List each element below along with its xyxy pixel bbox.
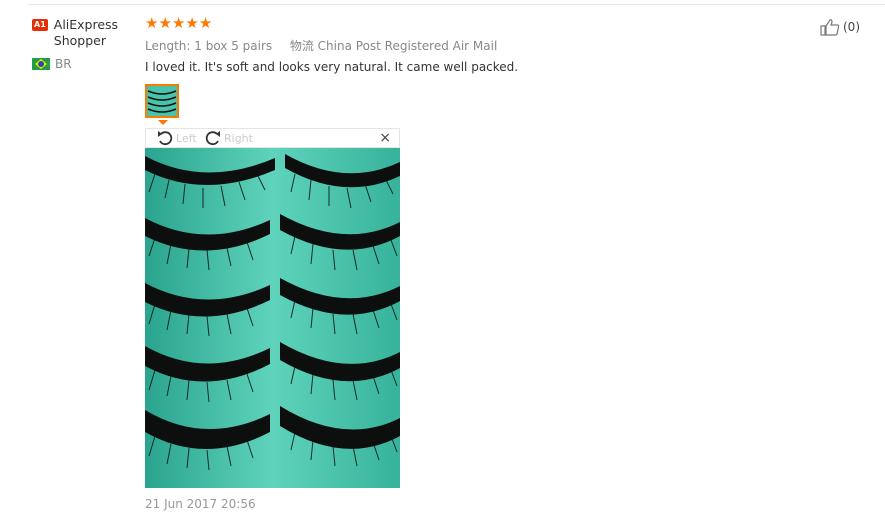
helpful-button[interactable]: (0)	[820, 18, 860, 36]
review-photo-large	[145, 148, 400, 488]
rating-stars: ★ ★ ★ ★ ★	[145, 15, 212, 31]
thumbs-up-icon	[820, 19, 840, 36]
level-badge: A1	[32, 19, 48, 31]
logistics-value: China Post Registered Air Mail	[317, 39, 498, 53]
rotate-right-label: Right	[224, 131, 253, 145]
close-viewer-button[interactable]: ×	[379, 130, 391, 146]
photo-viewer-toolbar: Left Right ×	[145, 128, 400, 148]
rotate-left-label: Left	[176, 131, 197, 145]
reviewer-name: AliExpress Shopper	[53, 17, 119, 48]
helpful-count: (0)	[843, 20, 860, 34]
rotate-left-button[interactable]: Left	[156, 130, 197, 146]
review-text: I loved it. It's soft and looks very nat…	[145, 60, 519, 74]
thumbnail-pointer	[158, 120, 168, 125]
star-icon: ★	[171, 14, 186, 32]
star-icon: ★	[198, 14, 213, 32]
star-icon: ★	[158, 14, 172, 32]
rotate-left-icon	[158, 131, 173, 146]
order-details: Length: 1 box 5 pairs 物流 China Post Regi…	[145, 37, 497, 54]
star-icon: ★	[145, 14, 159, 32]
rotate-right-button[interactable]: Right	[204, 130, 253, 146]
top-divider	[28, 4, 885, 5]
length-value: 1 box 5 pairs	[194, 39, 273, 53]
brazil-flag-icon	[32, 58, 50, 70]
review-photo-thumbnail[interactable]	[145, 84, 179, 118]
review-date: 21 Jun 2017 20:56	[145, 497, 256, 511]
length-label: Length:	[145, 39, 191, 53]
rotate-right-icon	[205, 131, 220, 146]
reviewer-info: A1 AliExpress Shopper	[32, 17, 132, 49]
reviewer-country: BR	[32, 57, 72, 71]
star-icon: ★	[185, 14, 199, 32]
logistics-label: 物流	[289, 39, 314, 53]
country-code: BR	[55, 57, 72, 71]
